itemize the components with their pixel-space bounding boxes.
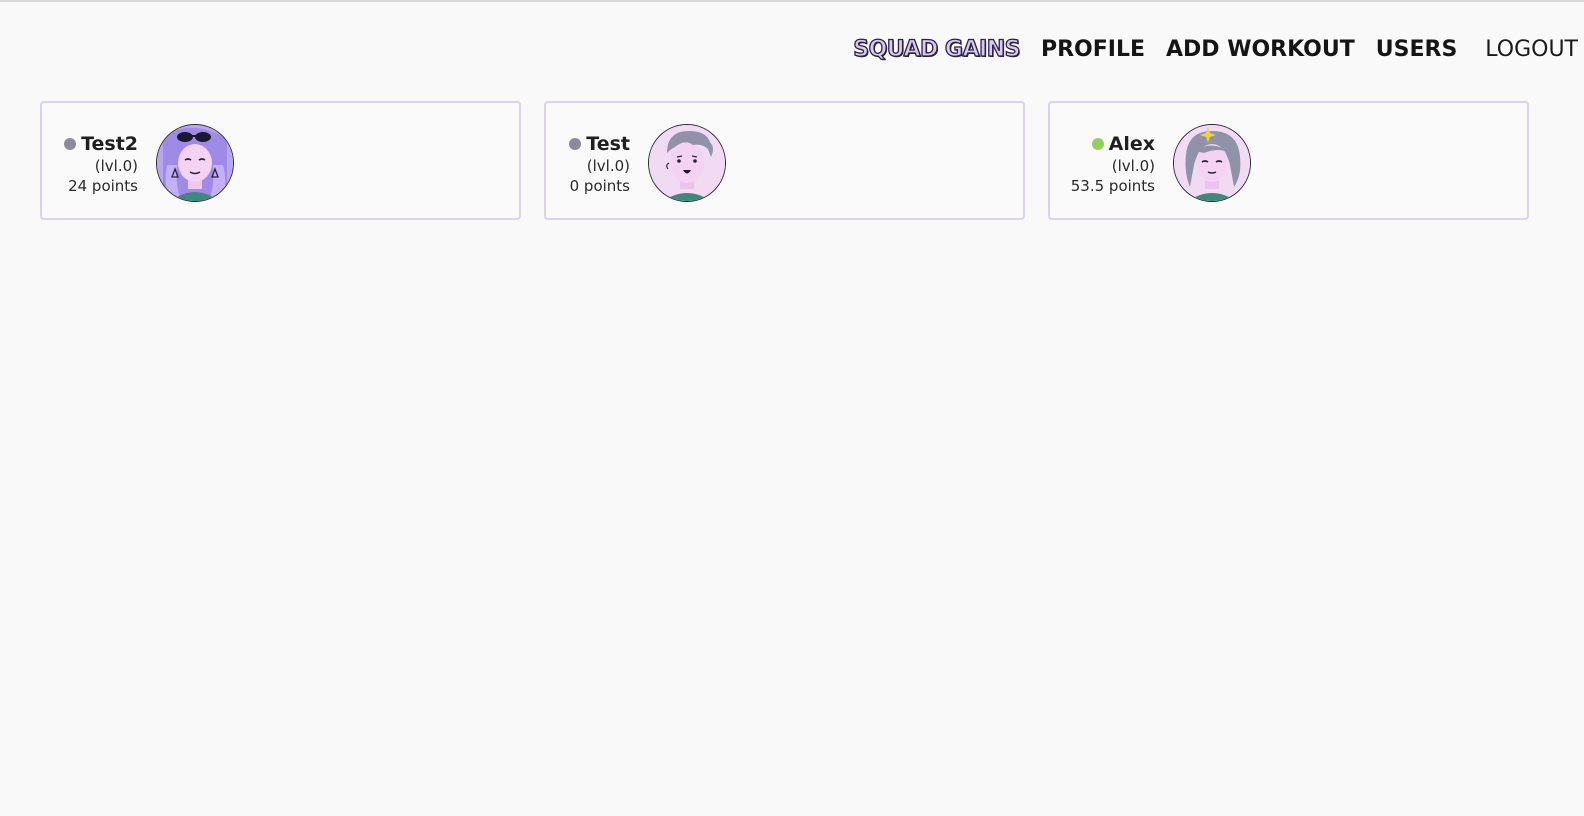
top-nav: SQUAD GAINS PROFILE ADD WORKOUT USERS LO… <box>853 34 1578 64</box>
user-card[interactable]: Test (lvl.0) 0 points <box>544 101 1025 220</box>
user-info: Test (lvl.0) 0 points <box>520 132 630 196</box>
user-name-row: Test <box>520 132 630 156</box>
nav-profile-link[interactable]: PROFILE <box>1041 37 1145 62</box>
user-level: (lvl.0) <box>586 157 630 175</box>
user-name: Test2 <box>81 133 138 155</box>
status-indicator <box>64 138 77 150</box>
user-info: Test2 (lvl.0) 24 points <box>28 132 138 196</box>
user-points: 0 points <box>569 177 630 195</box>
status-indicator <box>569 138 582 150</box>
user-name: Test <box>586 133 630 155</box>
logout-link[interactable]: LOGOUT <box>1485 37 1578 62</box>
avatar-sparkle-woman-icon <box>1173 124 1251 202</box>
user-points: 24 points <box>68 177 138 195</box>
user-card[interactable]: Test2 (lvl.0) 24 points <box>40 101 521 220</box>
top-divider <box>0 0 1584 2</box>
nav-users-link[interactable]: USERS <box>1376 37 1458 62</box>
status-indicator <box>1091 138 1104 150</box>
avatar-smiling-man-icon <box>648 124 726 202</box>
user-card[interactable]: Alex (lvl.0) 53.5 points <box>1048 101 1529 220</box>
avatar-sunglasses-woman-icon <box>156 124 234 202</box>
user-name-row: Test2 <box>28 132 138 156</box>
user-name: Alex <box>1108 133 1155 155</box>
user-level: (lvl.0) <box>94 157 138 175</box>
user-level: (lvl.0) <box>1111 157 1155 175</box>
user-points: 53.5 points <box>1070 177 1155 195</box>
nav-add-workout-link[interactable]: ADD WORKOUT <box>1166 37 1355 62</box>
user-name-row: Alex <box>1045 132 1155 156</box>
user-info: Alex (lvl.0) 53.5 points <box>1045 132 1155 196</box>
brand-logo-link[interactable]: SQUAD GAINS <box>853 36 1022 62</box>
